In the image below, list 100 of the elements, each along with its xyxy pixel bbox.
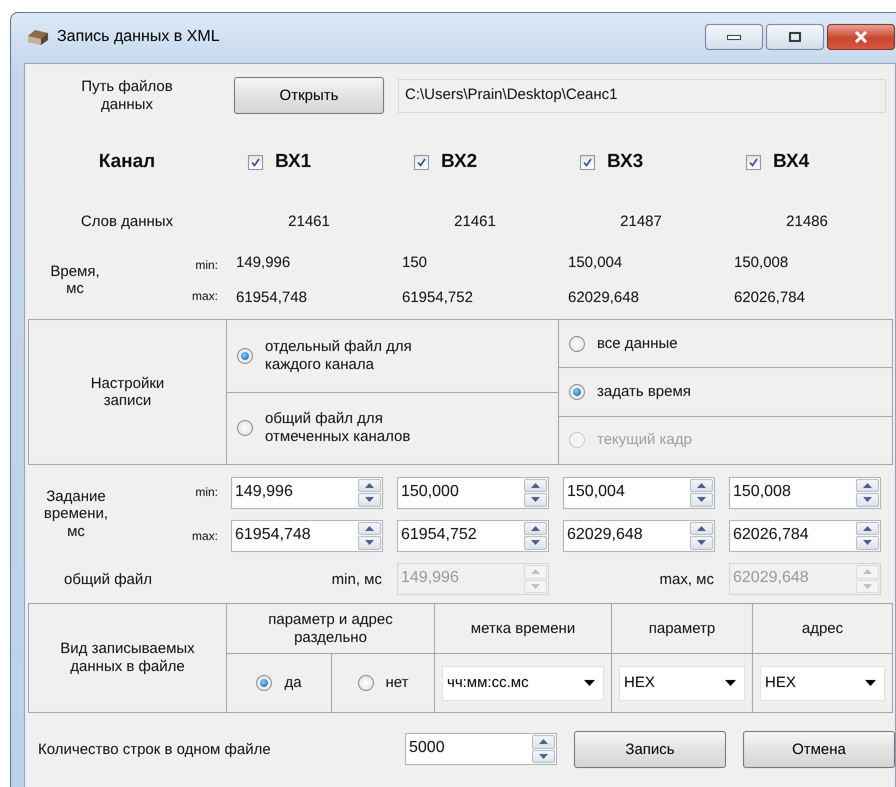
max-label: max: (192, 288, 218, 302)
column-header: адрес (802, 620, 844, 638)
radio-button[interactable] (256, 675, 272, 691)
spin-down-button[interactable] (690, 536, 713, 550)
channel-name: ВХ2 (441, 151, 478, 173)
radio-button[interactable] (237, 348, 253, 364)
spin-up-button[interactable] (358, 478, 381, 492)
number-field[interactable]: 62029,648 (563, 520, 715, 552)
up-arrow-icon (539, 739, 548, 744)
number-field[interactable]: 149,996 (231, 476, 383, 508)
caret-icon (584, 680, 595, 686)
down-arrow-icon (863, 540, 872, 546)
checkbox[interactable] (746, 154, 761, 170)
spin-up-button[interactable] (690, 478, 713, 492)
path-label: Путь файлов данных (80, 78, 174, 113)
checkbox[interactable] (414, 154, 429, 170)
spin-down-button[interactable] (690, 493, 713, 506)
number-field[interactable]: 150,004 (563, 476, 715, 508)
spin-up-button[interactable] (524, 522, 547, 535)
down-arrow-icon (539, 754, 548, 759)
number-field[interactable]: 61954,752 (397, 520, 549, 552)
words-count: 21486 (785, 212, 829, 230)
column-header: метка времени (470, 620, 576, 638)
down-arrow-icon (531, 497, 540, 502)
radio-button[interactable] (358, 675, 374, 691)
path-field[interactable]: C:\Users\Prain\Desktop\Сеанс1 (398, 78, 886, 112)
column-header: параметр и адрес раздельно (267, 610, 394, 646)
option-label: текущий кадр (597, 431, 693, 450)
number-field[interactable]: 61954,748 (231, 520, 383, 552)
spin-down-button[interactable] (524, 493, 547, 506)
time-max-value: 62029,648 (567, 289, 640, 306)
down-arrow-icon (531, 540, 540, 546)
time-setting-label: Задание времени, мс (42, 488, 110, 540)
up-arrow-icon (697, 482, 706, 488)
spin-up-button[interactable] (358, 522, 381, 535)
up-arrow-icon (863, 482, 872, 488)
up-arrow-icon (531, 569, 540, 574)
spin-up-button[interactable] (690, 522, 713, 535)
number-field[interactable]: 150,008 (729, 476, 881, 508)
up-arrow-icon (863, 526, 872, 531)
option-label: да (284, 674, 302, 692)
number-field[interactable]: 62026,784 (729, 520, 881, 552)
column-header: параметр (648, 620, 716, 638)
spin-down-button[interactable] (358, 493, 381, 506)
spin-down-button[interactable] (524, 536, 547, 550)
down-arrow-icon (531, 584, 540, 589)
min-label: min: (195, 258, 218, 272)
channel-header: Канал (98, 151, 156, 173)
settings-label: Настройки записи (90, 374, 166, 410)
dropdown[interactable]: HEX (619, 666, 745, 700)
spin-up-button[interactable] (532, 735, 555, 748)
up-arrow-icon (697, 526, 706, 531)
words-count: 21487 (619, 212, 663, 230)
window-title: Запись данных в XML (57, 28, 220, 46)
spin-up-button[interactable] (856, 478, 879, 492)
maximize-button[interactable] (766, 24, 824, 50)
max-label: max: (192, 529, 218, 543)
rows-per-file-label: Количество строк в одном файле (37, 740, 272, 758)
radio-button[interactable] (569, 384, 585, 400)
up-arrow-icon (863, 569, 872, 574)
close-icon (854, 31, 868, 43)
radio-button[interactable] (569, 336, 585, 352)
action-button[interactable]: Отмена (743, 730, 895, 768)
option-label: нет (386, 674, 408, 692)
spin-down-button[interactable] (358, 536, 381, 550)
checkbox[interactable] (580, 154, 595, 170)
down-arrow-icon (863, 497, 872, 502)
time-min-value: 150,004 (567, 254, 624, 271)
dropdown[interactable]: чч:мм:сс.мс (442, 666, 604, 700)
down-arrow-icon (697, 540, 706, 546)
checkmark-icon (417, 158, 426, 166)
open-button[interactable]: Открыть (234, 77, 384, 114)
number-field[interactable]: 150,000 (397, 476, 549, 508)
channel-name: ВХ1 (275, 151, 312, 173)
spin-down-button[interactable] (532, 750, 555, 763)
checkmark-icon (583, 158, 592, 166)
checkbox[interactable] (248, 154, 263, 170)
channel-name: ВХ3 (607, 151, 644, 173)
min-label: min: (195, 485, 218, 499)
spin-up-button[interactable] (524, 478, 547, 492)
common-file-label: общий файл (63, 570, 154, 588)
dropdown[interactable]: HEX (760, 666, 885, 700)
down-arrow-icon (863, 584, 872, 589)
action-button[interactable]: Запись (574, 730, 726, 768)
number-field[interactable]: 5000 (405, 733, 557, 765)
min-label: min, мс (330, 570, 383, 588)
option-label: задать время (597, 382, 692, 401)
spin-down-button[interactable] (856, 536, 879, 550)
option-label: все данные (597, 334, 679, 353)
spin-down-button[interactable] (856, 493, 879, 506)
channel-name: ВХ4 (773, 151, 810, 173)
max-label: max, мс (658, 570, 715, 588)
spin-up-button[interactable] (856, 522, 879, 535)
time-label: Время, мс (49, 262, 101, 298)
close-button[interactable] (827, 24, 895, 50)
up-arrow-icon (365, 526, 374, 531)
time-min-value: 150 (401, 254, 428, 271)
words-count: 21461 (453, 212, 497, 230)
radio-button[interactable] (237, 420, 253, 436)
minimize-button[interactable] (705, 24, 763, 50)
